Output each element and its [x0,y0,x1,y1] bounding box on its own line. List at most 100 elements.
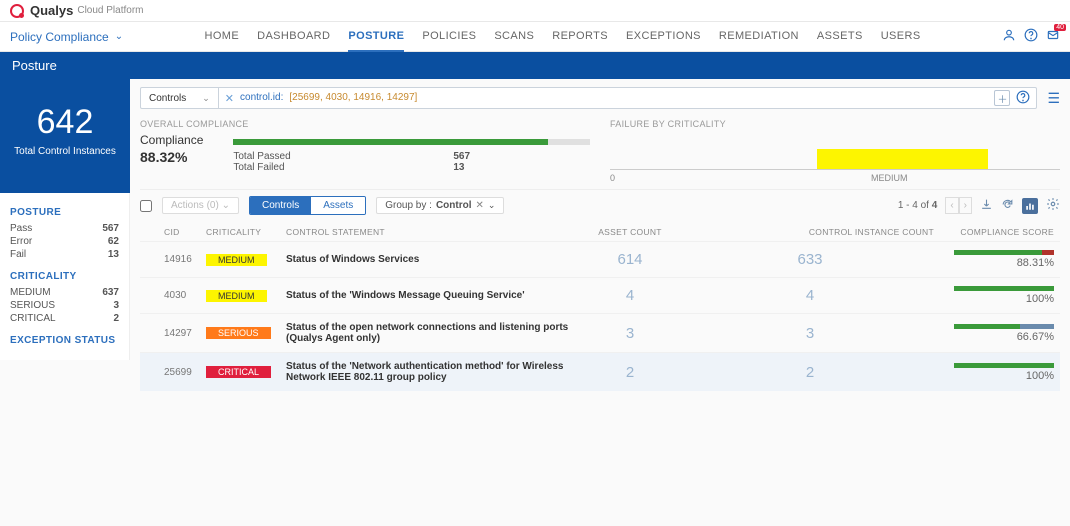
compliance-title: Compliance [140,133,203,147]
group-by-value: Control [436,200,472,211]
notification-badge: 40 [1054,24,1066,31]
cell-asset-count: 614 [580,242,680,278]
module-selector[interactable]: Policy Compliance ⌄ [10,30,123,44]
refresh-icon[interactable] [1001,198,1014,214]
left-column: 642 Total Control Instances POSTURE Pass… [0,79,130,399]
group-by[interactable]: Group by : Control ✕ ⌄ [376,197,504,214]
nav-item-scans[interactable]: SCANS [494,22,534,52]
sidebar-row[interactable]: SERIOUS3 [10,299,119,312]
select-all-checkbox[interactable] [140,200,152,212]
cell-criticality: MEDIUM [200,242,280,278]
menu-icon[interactable]: ☰ [1047,90,1060,107]
pager-range: 1 - 4 of 4 [898,200,937,211]
seg-assets[interactable]: Assets [311,197,365,214]
cell-criticality: SERIOUS [200,314,280,353]
passed-label: Total Passed [233,151,453,162]
main-nav: HOME DASHBOARD POSTURE POLICIES SCANS REPORTS… [204,22,920,52]
main-content: Controls ⌄ ✕ control.id: [25699, 4030, 1… [130,79,1070,399]
user-box: 40 [1002,28,1060,45]
user-icon[interactable] [1002,28,1016,45]
total-instances-label: Total Control Instances [6,146,124,157]
failure-medium-label: MEDIUM [871,173,908,183]
sidebar: POSTURE Pass567Error62Fail13 CRITICALITY… [0,193,130,360]
compliance-stats: Total Passed567 Total Failed13 [233,151,590,173]
settings-icon[interactable] [1046,197,1060,214]
notification-icon[interactable]: 40 [1046,28,1060,45]
th-criticality[interactable]: CRITICALITY [200,223,280,242]
failure-chart: 0 MEDIUM [610,139,1060,179]
side-summary: 642 Total Control Instances [0,79,130,193]
qualys-logo-icon [10,4,24,18]
overall-label: OVERALL COMPLIANCE [140,119,590,129]
nav-item-users[interactable]: USERS [881,22,921,52]
subheader: Policy Compliance ⌄ HOME DASHBOARD POSTURE… [0,22,1070,52]
cell-score: 100% [940,278,1060,314]
nav-item-dashboard[interactable]: DASHBOARD [257,22,330,52]
brand-bar: Qualys Cloud Platform [0,0,1070,22]
help-icon[interactable] [1024,28,1038,45]
sidebar-posture-header[interactable]: POSTURE [10,207,119,218]
pager: ‹ › [945,197,972,214]
sidebar-row[interactable]: MEDIUM637 [10,286,119,299]
sidebar-exception-header[interactable]: EXCEPTION STATUS [10,335,119,346]
search-help-icon[interactable] [1016,90,1030,107]
th-statement[interactable]: CONTROL STATEMENT [280,223,580,242]
page-title-bar: Posture [0,52,1070,79]
total-instances-number: 642 [6,103,124,142]
search-row: Controls ⌄ ✕ control.id: [25699, 4030, 1… [140,87,1060,109]
chart-view-icon[interactable] [1022,198,1038,214]
clear-group-icon[interactable]: ✕ [475,200,483,211]
sidebar-row[interactable]: CRITICAL2 [10,312,119,325]
pager-prev[interactable]: ‹ [945,197,958,214]
brand-name: Qualys [30,3,73,18]
cell-cid: 25699 [140,353,200,392]
toolbar: Actions (0) ⌄ Controls Assets Group by :… [140,190,1060,219]
sidebar-criticality-header[interactable]: CRITICALITY [10,271,119,282]
controls-table: CID CRITICALITY CONTROL STATEMENT ASSET … [140,223,1060,391]
actions-dropdown[interactable]: Actions (0) ⌄ [162,197,239,214]
clear-search-icon[interactable]: ✕ [225,92,234,105]
nav-item-exceptions[interactable]: EXCEPTIONS [626,22,701,52]
table-row[interactable]: 14916MEDIUMStatus of Windows Services614… [140,242,1060,278]
cell-asset-count: 2 [580,353,680,392]
cell-statement: Status of Windows Services [280,242,580,278]
failed-label: Total Failed [233,162,453,173]
cell-asset-count: 4 [580,278,680,314]
search-input[interactable]: ✕ control.id: [25699, 4030, 14916, 14297… [219,87,1038,109]
cell-criticality: CRITICAL [200,353,280,392]
nav-item-reports[interactable]: REPORTS [552,22,608,52]
failure-zero-label: 0 [610,173,615,183]
cell-statement: Status of the 'Network authentication me… [280,353,580,392]
nav-item-assets[interactable]: ASSETS [817,22,863,52]
nav-item-home[interactable]: HOME [204,22,239,52]
add-filter-icon[interactable]: ＋ [994,90,1010,106]
table-row[interactable]: 4030MEDIUMStatus of the 'Windows Message… [140,278,1060,314]
table-row[interactable]: 14297SERIOUSStatus of the open network c… [140,314,1060,353]
cell-score: 100% [940,353,1060,392]
overall-compliance: OVERALL COMPLIANCE Compliance 88.32% Tot… [140,119,590,179]
download-icon[interactable] [980,198,993,214]
sidebar-row[interactable]: Pass567 [10,222,119,235]
table-row[interactable]: 25699CRITICALStatus of the 'Network auth… [140,353,1060,392]
seg-controls[interactable]: Controls [250,197,311,214]
filter-dropdown[interactable]: Controls ⌄ [140,87,219,109]
cell-cid: 14297 [140,314,200,353]
layout: 642 Total Control Instances POSTURE Pass… [0,79,1070,399]
th-instance-count[interactable]: CONTROL INSTANCE COUNT [680,223,940,242]
brand-sub: Cloud Platform [77,5,143,16]
cell-score: 66.67% [940,314,1060,353]
nav-item-remediation[interactable]: REMEDIATION [719,22,799,52]
nav-item-posture[interactable]: POSTURE [348,22,404,52]
sidebar-row[interactable]: Fail13 [10,248,119,261]
pager-next[interactable]: › [959,197,972,214]
cell-statement: Status of the open network connections a… [280,314,580,353]
cell-cid: 4030 [140,278,200,314]
th-asset-count[interactable]: ASSET COUNT [580,223,680,242]
summary: OVERALL COMPLIANCE Compliance 88.32% Tot… [140,115,1060,190]
th-compliance-score[interactable]: COMPLIANCE SCORE [940,223,1060,242]
cell-score: 88.31% [940,242,1060,278]
nav-item-policies[interactable]: POLICIES [422,22,476,52]
th-cid[interactable]: CID [140,223,200,242]
sidebar-row[interactable]: Error62 [10,235,119,248]
cell-instance-count: 4 [680,278,940,314]
